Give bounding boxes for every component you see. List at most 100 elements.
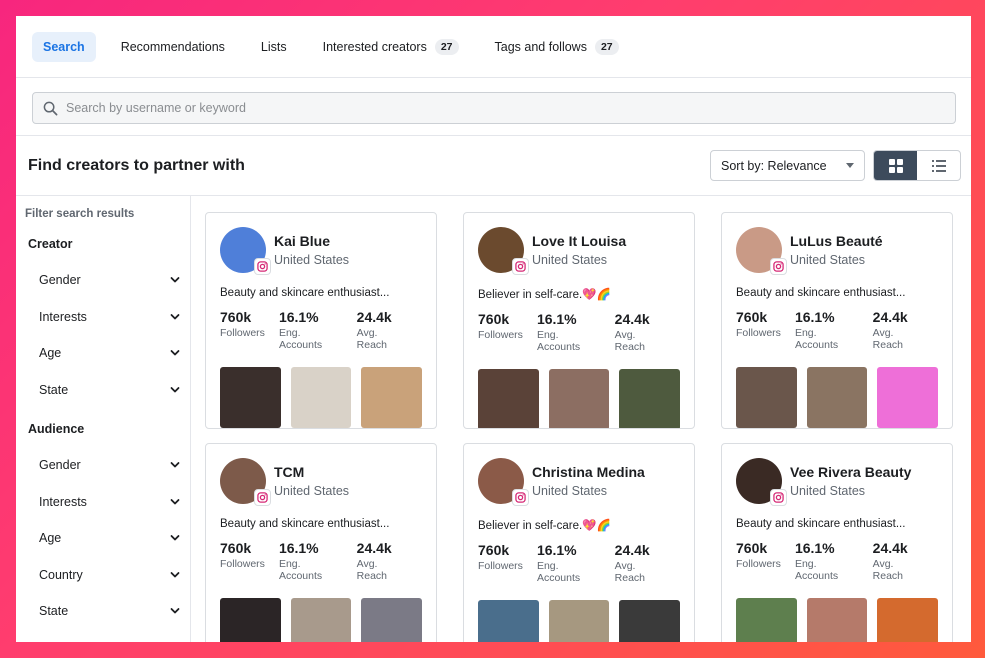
avg-reach-value: 24.4k: [356, 540, 392, 556]
avatar[interactable]: [736, 458, 787, 506]
avg-reach-value: 24.4k: [614, 311, 650, 327]
creator-card[interactable]: TCM United States Beauty and skincare enth…: [205, 443, 437, 642]
post-thumbnail[interactable]: [736, 367, 797, 428]
creator-card[interactable]: Kai Blue United States Beauty and skincare…: [205, 212, 437, 429]
search-box[interactable]: [32, 92, 956, 124]
chevron-down-icon: [170, 535, 180, 541]
instagram-icon: [770, 489, 787, 506]
filter-label: State: [39, 382, 69, 397]
post-thumbnail[interactable]: [478, 369, 539, 428]
post-thumbnail[interactable]: [877, 598, 939, 642]
filter-creator-interests[interactable]: Interests: [25, 299, 190, 336]
list-icon: [931, 159, 946, 172]
chevron-down-icon: [170, 571, 180, 578]
followers-label: Followers: [220, 327, 265, 339]
chevron-down-icon: [170, 462, 180, 468]
post-thumbnail[interactable]: [290, 367, 352, 428]
filter-label: Age: [39, 531, 62, 546]
chevron-down-icon: [170, 386, 180, 393]
filter-creator-state[interactable]: State: [25, 372, 190, 409]
post-thumbnail[interactable]: [361, 598, 423, 642]
followers-value: 760k: [478, 311, 510, 327]
creator-card[interactable]: Vee Rivera Beauty United States Beauty and…: [721, 443, 953, 642]
creator-stats: 760k Followers 16.1% Eng. Accounts 24.4k Avg.…: [478, 311, 680, 353]
post-thumbnail[interactable]: [877, 367, 939, 428]
followers-label: Followers: [220, 558, 265, 570]
creator-name[interactable]: Christina Medina: [532, 464, 645, 480]
post-thumbnail[interactable]: [736, 598, 797, 642]
avatar[interactable]: [220, 458, 271, 506]
count-badge: 27: [594, 38, 619, 55]
chevron-down-icon: [170, 277, 180, 283]
creator-name[interactable]: Love It Louisa: [532, 233, 626, 249]
tab-lists[interactable]: Lists: [250, 32, 298, 62]
avatar[interactable]: [478, 458, 529, 506]
post-thumbnail[interactable]: [478, 600, 539, 642]
filter-audience-state[interactable]: State: [25, 593, 190, 630]
creator-bio: Believer in self-care.💖🌈: [478, 520, 611, 532]
creator-stats: 760k Followers 16.1% Eng. Accounts 24.4k Avg.…: [220, 309, 422, 351]
filter-audience-interests[interactable]: Interests: [25, 484, 190, 521]
creator-name[interactable]: LuLus Beauté: [790, 233, 883, 249]
post-thumbnails: [736, 598, 939, 642]
post-thumbnails: [478, 369, 681, 428]
avatar[interactable]: [478, 227, 529, 275]
avg-reach-label: Avg. Reach: [614, 329, 646, 353]
tab-label: Tags and follows: [494, 39, 587, 54]
post-thumbnail[interactable]: [548, 600, 610, 642]
post-thumbnail[interactable]: [290, 598, 352, 642]
followers-label: Followers: [478, 560, 523, 572]
post-thumbnails: [220, 367, 423, 428]
filter-audience-country[interactable]: Country: [25, 557, 190, 594]
avg-reach-value: 24.4k: [872, 309, 908, 325]
grid-icon: [888, 158, 903, 173]
creator-bio: Beauty and skincare enthusiast...: [736, 518, 906, 530]
section-title-audience: Audience: [28, 422, 85, 436]
followers-value: 760k: [736, 309, 768, 325]
creator-name[interactable]: Vee Rivera Beauty: [790, 464, 911, 480]
avg-reach-label: Avg. Reach: [872, 558, 904, 582]
post-thumbnail[interactable]: [619, 369, 681, 428]
grid-view-button[interactable]: [874, 151, 917, 180]
creator-location: United States: [532, 253, 608, 267]
tab-interested-creators[interactable]: Interested creators 27: [312, 31, 470, 63]
sort-dropdown[interactable]: Sort by: Relevance: [710, 150, 865, 181]
creator-stats: 760k Followers 16.1% Eng. Accounts 24.4k Avg.…: [736, 309, 938, 351]
tab-label: Lists: [260, 39, 287, 54]
creator-name[interactable]: Kai Blue: [274, 233, 349, 249]
post-thumbnail[interactable]: [806, 367, 868, 428]
filter-label: Interests: [39, 494, 87, 509]
post-thumbnail[interactable]: [220, 367, 281, 428]
eng-accounts-value: 16.1%: [536, 311, 577, 327]
post-thumbnail[interactable]: [619, 600, 681, 642]
creator-card[interactable]: LuLus Beauté United States Beauty and skin…: [721, 212, 953, 429]
eng-accounts-value: 16.1%: [536, 542, 577, 558]
list-view-button[interactable]: [917, 151, 960, 180]
creator-card[interactable]: Love It Louisa United States Believer in s…: [463, 212, 695, 429]
eng-accounts-value: 16.1%: [794, 540, 835, 556]
creator-stats: 760k Followers 16.1% Eng. Accounts 24.4k Avg.…: [220, 540, 422, 582]
post-thumbnail[interactable]: [806, 598, 868, 642]
creator-name[interactable]: TCM: [274, 464, 349, 480]
filter-audience-age[interactable]: Age: [25, 520, 190, 557]
creator-location: United States: [790, 253, 866, 267]
avatar[interactable]: [736, 227, 787, 275]
avatar[interactable]: [220, 227, 271, 275]
followers-label: Followers: [736, 558, 781, 570]
tab-recommendations[interactable]: Recommendations: [110, 32, 236, 62]
eng-accounts-label: Eng. Accounts: [278, 327, 323, 351]
post-thumbnail[interactable]: [220, 598, 281, 642]
creator-bio: Believer in self-care.💖🌈: [478, 289, 611, 301]
search-input[interactable]: [66, 101, 866, 115]
tab-tags-and-follows[interactable]: Tags and follows 27: [484, 31, 630, 63]
filter-label: Interests: [39, 309, 87, 324]
filter-creator-age[interactable]: Age: [25, 335, 190, 372]
post-thumbnails: [736, 367, 939, 428]
creator-card[interactable]: Christina Medina United States Believer in…: [463, 443, 695, 642]
filter-audience-gender[interactable]: Gender: [25, 447, 190, 484]
post-thumbnail[interactable]: [361, 367, 423, 428]
filter-creator-gender[interactable]: Gender: [25, 262, 190, 299]
post-thumbnail[interactable]: [548, 369, 610, 428]
tab-search[interactable]: Search: [32, 31, 96, 62]
followers-value: 760k: [736, 540, 768, 556]
